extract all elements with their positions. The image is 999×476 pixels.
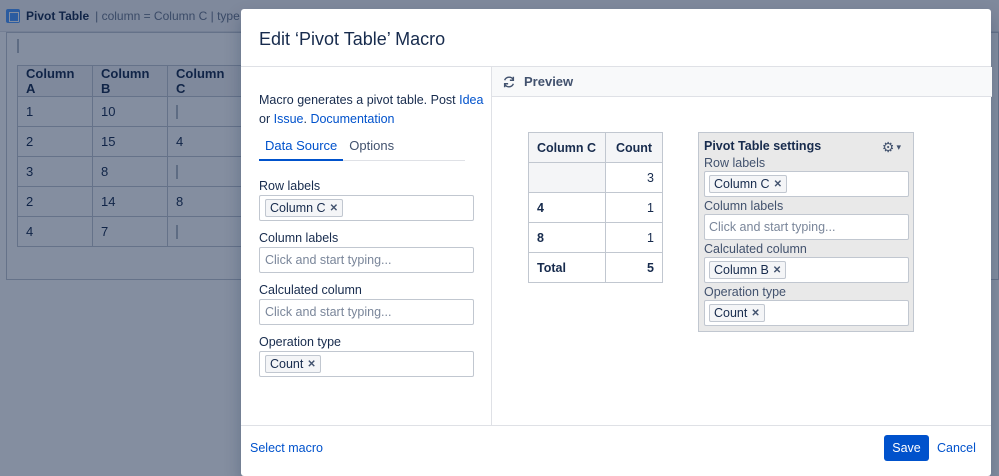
pivot-settings-panel: Pivot Table settings ⚙ ▾ Row labels Colum… bbox=[698, 132, 914, 332]
calculated-column-field[interactable]: Click and start typing... bbox=[259, 299, 474, 325]
remove-icon[interactable]: ✕ bbox=[774, 179, 782, 190]
select-macro-link[interactable]: Select macro bbox=[250, 441, 323, 455]
preview-pane: Preview Column C Count 3 4 1 8 1 Total 5… bbox=[491, 67, 992, 425]
settings-row-labels-label: Row labels bbox=[704, 156, 766, 170]
pivot-row-label: 4 bbox=[528, 192, 606, 223]
divider bbox=[241, 425, 991, 426]
settings-calculated-column-label: Calculated column bbox=[704, 242, 807, 256]
pivot-total-row: Total 5 bbox=[528, 252, 663, 283]
gear-icon[interactable]: ⚙ bbox=[882, 139, 895, 156]
settings-column-labels-field[interactable]: Click and start typing... bbox=[704, 214, 909, 240]
macro-parameters-pane: Macro generates a pivot table. Post Idea… bbox=[241, 67, 491, 425]
table-row: 3 bbox=[528, 162, 663, 193]
pivot-row-value: 1 bbox=[605, 222, 663, 253]
table-row: 8 1 bbox=[528, 222, 663, 253]
cancel-button[interactable]: Cancel bbox=[937, 441, 976, 455]
issue-link[interactable]: Issue bbox=[274, 112, 304, 126]
settings-menu[interactable]: ⚙ ▾ bbox=[882, 139, 901, 156]
remove-icon[interactable]: ✕ bbox=[330, 203, 338, 214]
documentation-link[interactable]: Documentation bbox=[310, 112, 394, 126]
macro-description: Macro generates a pivot table. Post Idea… bbox=[259, 93, 484, 126]
settings-row-labels-chip[interactable]: Column C ✕ bbox=[709, 175, 787, 193]
pivot-row-label bbox=[528, 162, 606, 193]
tab-data-source[interactable]: Data Source bbox=[259, 137, 344, 161]
operation-type-chip[interactable]: Count ✕ bbox=[265, 355, 321, 373]
settings-calculated-column-chip[interactable]: Column B ✕ bbox=[709, 261, 787, 279]
macro-edit-dialog: Edit ‘Pivot Table’ Macro Macro generates… bbox=[241, 9, 992, 476]
chevron-down-icon[interactable]: ▾ bbox=[896, 142, 901, 153]
save-button[interactable]: Save bbox=[884, 435, 929, 461]
pivot-total-value: 5 bbox=[605, 252, 663, 283]
pivot-row-value: 1 bbox=[605, 192, 663, 223]
dialog-title: Edit ‘Pivot Table’ Macro bbox=[259, 29, 446, 49]
operation-type-field[interactable]: Count ✕ bbox=[259, 351, 474, 377]
preview-header: Preview bbox=[492, 67, 992, 97]
pivot-preview-table: Column C Count 3 4 1 8 1 Total 5 bbox=[528, 132, 663, 283]
tab-options[interactable]: Options bbox=[343, 137, 400, 161]
settings-row-labels-field[interactable]: Column C ✕ bbox=[704, 171, 909, 197]
operation-type-label: Operation type bbox=[259, 335, 341, 349]
row-labels-chip[interactable]: Column C ✕ bbox=[265, 199, 343, 217]
settings-column-labels-label: Column labels bbox=[704, 199, 784, 213]
settings-calculated-column-field[interactable]: Column B ✕ bbox=[704, 257, 909, 283]
remove-icon[interactable]: ✕ bbox=[307, 359, 315, 370]
idea-link[interactable]: Idea bbox=[459, 93, 483, 107]
column-labels-label: Column labels bbox=[259, 231, 339, 245]
column-labels-field[interactable]: Click and start typing... bbox=[259, 247, 474, 273]
pivot-header-row-label: Column C bbox=[528, 132, 606, 163]
preview-label: Preview bbox=[524, 74, 574, 89]
pivot-row-label: 8 bbox=[528, 222, 606, 253]
pivot-row-value: 3 bbox=[605, 162, 663, 193]
settings-operation-type-chip[interactable]: Count ✕ bbox=[709, 304, 765, 322]
parameter-tabs: Data Source Options bbox=[259, 137, 465, 161]
table-row: 4 1 bbox=[528, 192, 663, 223]
row-labels-field[interactable]: Column C ✕ bbox=[259, 195, 474, 221]
row-labels-label: Row labels bbox=[259, 179, 321, 193]
settings-operation-type-label: Operation type bbox=[704, 285, 786, 299]
calculated-column-label: Calculated column bbox=[259, 283, 362, 297]
settings-operation-type-field[interactable]: Count ✕ bbox=[704, 300, 909, 326]
pivot-header-value: Count bbox=[605, 132, 663, 163]
remove-icon[interactable]: ✕ bbox=[773, 265, 781, 276]
pivot-total-label: Total bbox=[528, 252, 606, 283]
refresh-icon[interactable] bbox=[502, 75, 516, 89]
settings-title: Pivot Table settings bbox=[704, 139, 822, 153]
remove-icon[interactable]: ✕ bbox=[751, 308, 759, 319]
